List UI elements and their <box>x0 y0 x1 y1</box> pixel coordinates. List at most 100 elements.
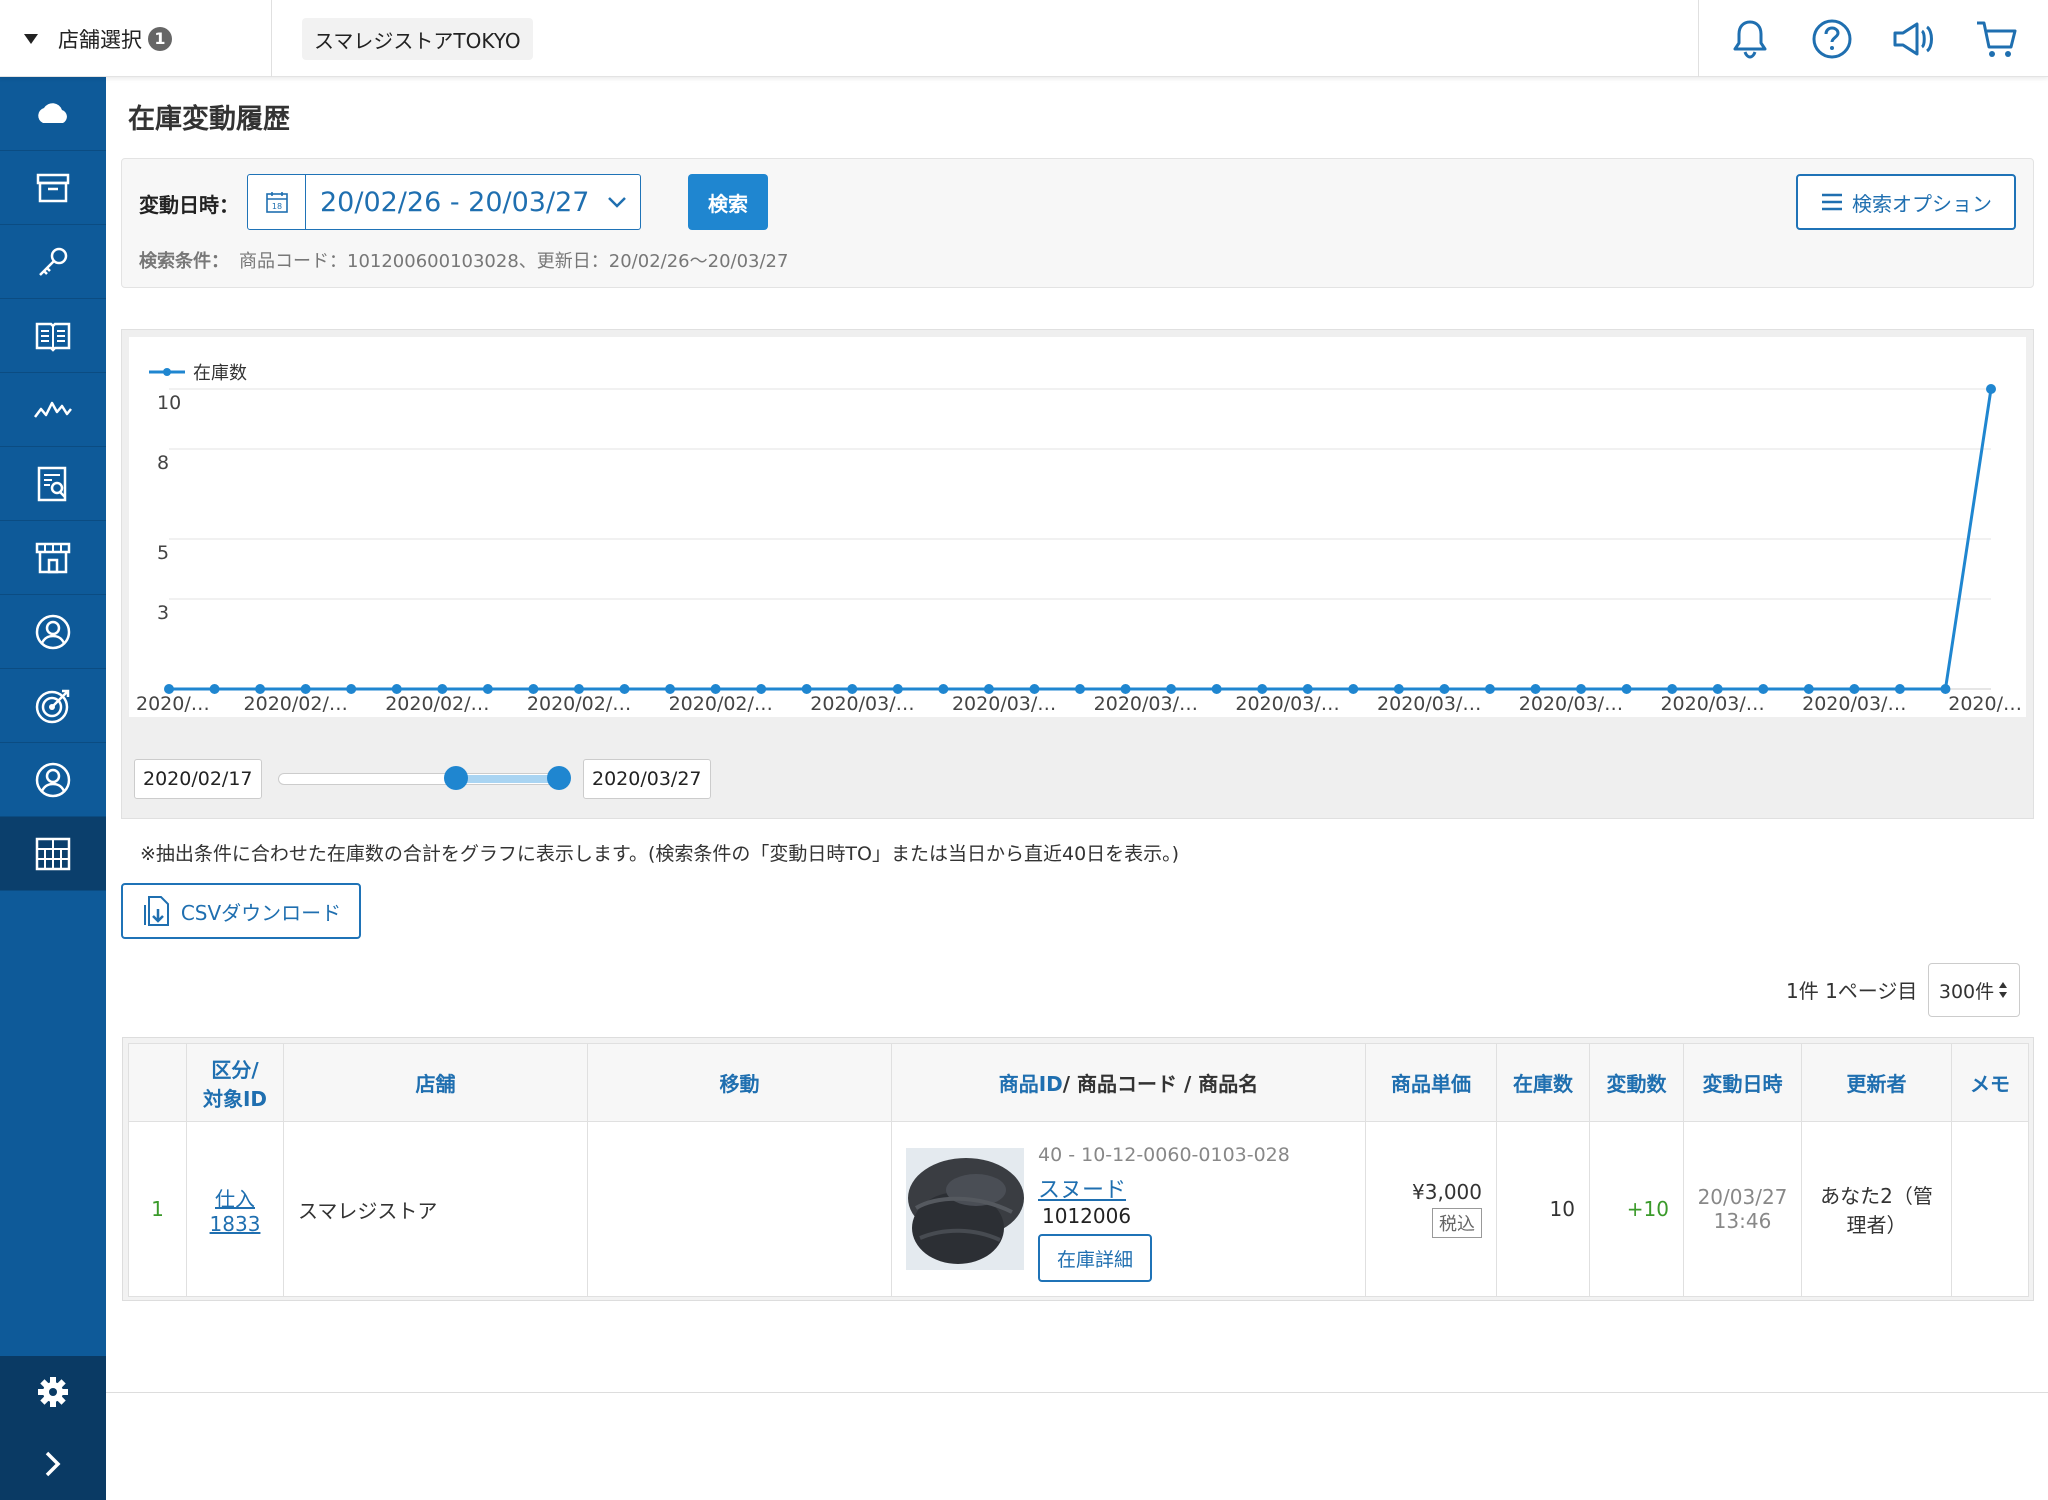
user-circle-icon <box>35 614 71 649</box>
search-options-button[interactable]: 検索オプション <box>1796 174 2016 230</box>
chart-panel: 3 5 8 10 在庫数 2020/… 2020/02/… 2020/02/… 2020/02/… <box>121 329 2034 819</box>
bell-icon[interactable] <box>1726 15 1774 63</box>
x-tick-label: 2020/02/… <box>669 693 773 715</box>
target-id-link[interactable]: 1833 <box>210 1212 261 1236</box>
col-changed-at[interactable]: 変動日時 <box>1683 1043 1802 1122</box>
svg-text:18: 18 <box>271 202 281 211</box>
chevron-right-icon <box>45 1451 61 1477</box>
conditions-label: 検索条件： <box>139 251 229 272</box>
per-page-value: 300件 <box>1938 980 1995 1003</box>
triangle-down-icon <box>24 33 38 44</box>
data-point <box>209 684 220 694</box>
x-tick-label: 2020/03/… <box>1094 693 1198 715</box>
search-button[interactable]: 検索 <box>688 174 768 230</box>
price-value: ¥3,000 <box>1412 1180 1482 1204</box>
sidebar-item-key[interactable] <box>0 225 106 299</box>
x-tick-label: 2020/03/… <box>1235 693 1339 715</box>
row-move <box>587 1121 892 1297</box>
row-category-cell: 仕入 1833 <box>186 1121 284 1297</box>
sidebar-item-book[interactable] <box>0 299 106 373</box>
table-row: 1 仕入 1833 スマレジストア 40 - 10-12-0060-0103-0… <box>128 1121 2029 1297</box>
chevron-down-icon <box>594 196 640 208</box>
help-icon[interactable] <box>1808 15 1856 63</box>
col-category[interactable]: 区分/対象ID <box>186 1043 284 1122</box>
sidebar-expand[interactable] <box>0 1428 106 1500</box>
sidebar-item-customer[interactable] <box>0 595 106 669</box>
category-link[interactable]: 仕入 <box>215 1187 255 1211</box>
col-store[interactable]: 店舗 <box>283 1043 588 1122</box>
per-page-select[interactable]: 300件 <box>1928 963 2020 1017</box>
row-change: +10 <box>1589 1121 1684 1297</box>
store-count-badge: 1 <box>148 26 172 51</box>
sidebar-item-inventory[interactable] <box>0 817 106 891</box>
y-tick-label: 10 <box>157 392 181 414</box>
x-tick-label: 2020/… <box>1948 693 2022 715</box>
sidebar-settings[interactable] <box>0 1356 106 1428</box>
sidebar <box>0 77 106 1500</box>
row-memo <box>1951 1121 2029 1297</box>
x-tick-label: 2020/03/… <box>810 693 914 715</box>
key-icon <box>39 247 68 276</box>
col-move[interactable]: 移動 <box>587 1043 892 1122</box>
history-table-wrapper: 区分/対象ID 店舗 移動 商品ID/ 商品コード / 商品名 商品単価 在庫数… <box>122 1037 2034 1301</box>
col-memo[interactable]: メモ <box>1951 1043 2029 1122</box>
sidebar-item-analytics[interactable] <box>0 373 106 447</box>
range-handle-end[interactable] <box>547 766 571 790</box>
row-stock: 10 <box>1496 1121 1590 1297</box>
data-point <box>1348 684 1359 694</box>
store-select-label: 店舗選択 <box>58 27 142 52</box>
current-store-chip[interactable]: スマレジストアTOKYO <box>302 18 533 60</box>
page-title: 在庫変動履歴 <box>128 104 290 135</box>
date-range-value: 20/02/26 - 20/03/27 <box>320 186 590 218</box>
sidebar-item-report[interactable] <box>0 447 106 521</box>
data-point <box>1211 684 1222 694</box>
menu-icon <box>1822 193 1842 211</box>
col-stock[interactable]: 在庫数 <box>1496 1043 1590 1122</box>
row-changed-at: 20/03/27 13:46 <box>1683 1121 1802 1297</box>
col-product[interactable]: 商品ID/ 商品コード / 商品名 <box>891 1043 1366 1122</box>
grid-table-icon <box>35 837 71 870</box>
sidebar-item-archive[interactable] <box>0 151 106 225</box>
row-number: 1 <box>128 1121 187 1297</box>
y-tick-label: 8 <box>157 452 169 474</box>
archive-box-icon <box>36 173 70 202</box>
sidebar-item-target[interactable] <box>0 669 106 743</box>
cloud-icon <box>38 102 67 123</box>
col-updater[interactable]: 更新者 <box>1801 1043 1952 1122</box>
footer-divider <box>106 1392 2048 1393</box>
target-icon <box>35 689 70 723</box>
pager-info: 1件 1ページ目 <box>1786 979 1918 1003</box>
sidebar-item-store[interactable] <box>0 521 106 595</box>
col-change[interactable]: 変動数 <box>1589 1043 1684 1122</box>
data-point <box>1484 684 1495 694</box>
sidebar-item-staff[interactable] <box>0 743 106 817</box>
line-graph-icon <box>34 401 72 418</box>
col-unit-price[interactable]: 商品単価 <box>1365 1043 1497 1122</box>
range-handle-start[interactable] <box>443 766 468 790</box>
report-search-icon <box>37 466 67 501</box>
row-price-cell: ¥3,000 税込 <box>1365 1121 1497 1297</box>
cart-icon[interactable] <box>1973 15 2021 63</box>
main-content: 在庫変動履歴 変動日時： 18 20/02/26 - 20/03/27 検索 検… <box>106 77 2048 1500</box>
x-tick-label: 2020/… <box>136 693 210 715</box>
row-updater: あなた2（管理者） <box>1801 1121 1952 1297</box>
tax-badge: 税込 <box>1432 1208 1482 1238</box>
sidebar-item-cloud[interactable] <box>0 77 106 151</box>
product-code: 40 - 10-12-0060-0103-028 <box>1038 1144 1290 1166</box>
y-tick-label: 3 <box>157 602 169 624</box>
x-tick-label: 2020/03/… <box>1377 693 1481 715</box>
store-select-dropdown[interactable]: 店舗選択 1 <box>0 0 272 77</box>
range-from-date[interactable]: 2020/02/17 <box>134 759 262 799</box>
product-name-link[interactable]: スヌード <box>1038 1172 1126 1204</box>
history-table: 区分/対象ID 店舗 移動 商品ID/ 商品コード / 商品名 商品単価 在庫数… <box>128 1043 2029 1297</box>
megaphone-icon[interactable] <box>1891 15 1939 63</box>
book-icon <box>35 322 71 352</box>
data-point <box>938 684 949 694</box>
legend-marker <box>163 368 171 376</box>
date-label: 変動日時： <box>139 193 239 217</box>
range-to-date[interactable]: 2020/03/27 <box>583 759 711 799</box>
csv-download-button[interactable]: CSVダウンロード <box>121 883 361 939</box>
stock-detail-button[interactable]: 在庫詳細 <box>1038 1234 1152 1282</box>
date-range-picker[interactable]: 18 20/02/26 - 20/03/27 <box>247 174 641 230</box>
staff-icon <box>35 762 71 797</box>
